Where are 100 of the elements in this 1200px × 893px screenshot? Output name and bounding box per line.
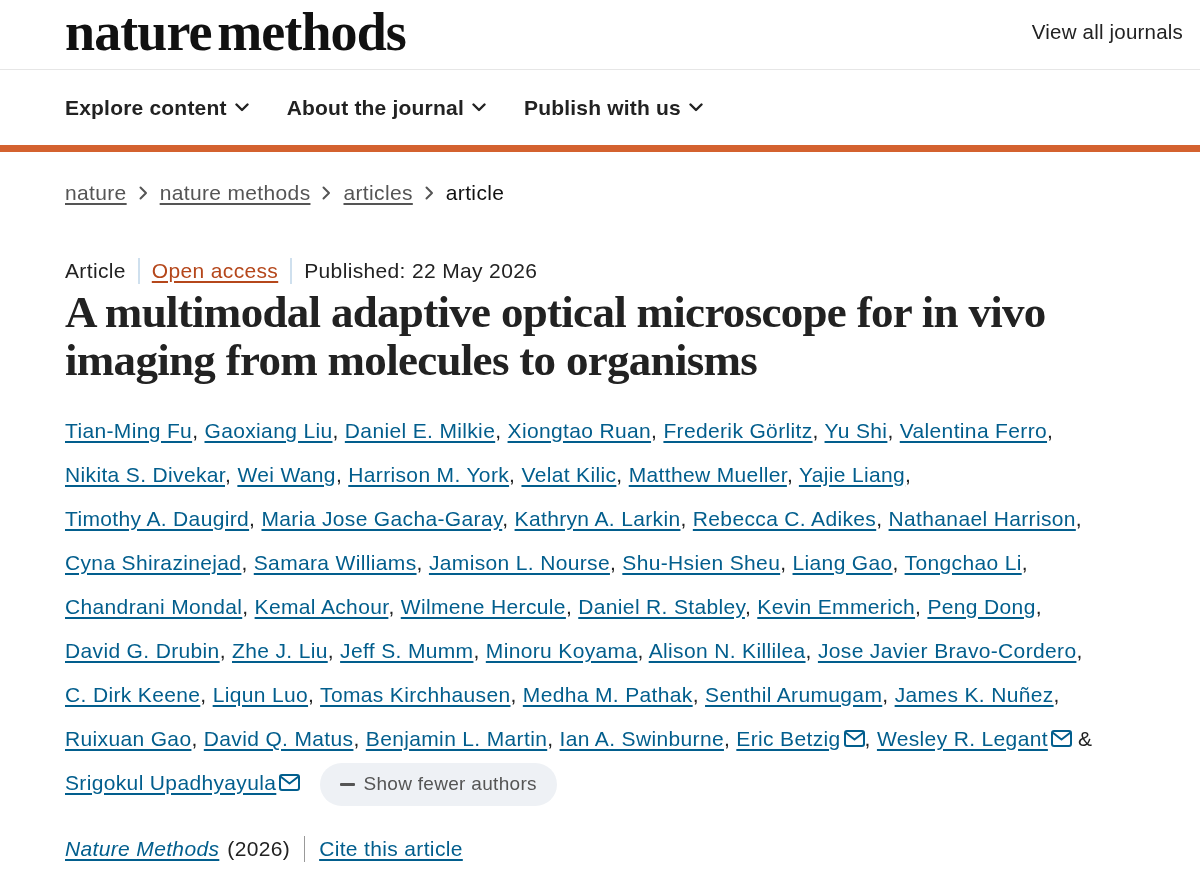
author-separator: , xyxy=(864,727,871,750)
author-separator: , xyxy=(723,727,731,750)
article-title: A multimodal adaptive optical microscope for in vivo imaging from molecules to organisms xyxy=(65,288,1047,384)
author-link[interactable]: Yajie Liang xyxy=(798,463,906,486)
author-link[interactable]: Daniel R. Stabley xyxy=(578,595,745,618)
cite-link[interactable]: Cite this article xyxy=(319,836,463,861)
author-separator: , xyxy=(242,595,249,618)
author-link[interactable]: Jamison L. Nourse xyxy=(428,551,610,574)
author-separator: , xyxy=(1047,419,1054,442)
author-separator: , xyxy=(565,595,573,618)
author-link[interactable]: C. Dirk Keene xyxy=(65,683,201,706)
author-link[interactable]: James K. Nuñez xyxy=(894,683,1054,706)
author-link[interactable]: Zhe J. Liu xyxy=(232,639,328,662)
author-link[interactable]: Frederik Görlitz xyxy=(663,419,813,442)
author-separator: , xyxy=(780,551,787,574)
author-separator: , xyxy=(192,419,199,442)
author-link[interactable]: Valentina Ferro xyxy=(899,419,1048,442)
nav-menu-button[interactable]: Explore content xyxy=(65,95,249,120)
author-link[interactable]: Kemal Achour xyxy=(254,595,389,618)
chevron-right-icon xyxy=(424,186,434,200)
author-link[interactable]: Daniel E. Milkie xyxy=(344,419,496,442)
author-link[interactable]: Senthil Arumugam xyxy=(705,683,883,706)
author-separator: , xyxy=(905,463,912,486)
author-link[interactable]: Wilmene Hercule xyxy=(400,595,566,618)
author-separator: , xyxy=(510,683,517,706)
author-link[interactable]: Ruixuan Gao xyxy=(65,727,192,750)
nav-menu-button[interactable]: About the journal xyxy=(286,95,486,120)
chevron-right-icon xyxy=(138,186,148,200)
open-access-link[interactable]: Open access xyxy=(151,259,279,283)
author-link[interactable]: Gaoxiang Liu xyxy=(204,419,333,442)
author-separator: , xyxy=(495,419,502,442)
author-link[interactable]: Shu-Hsien Sheu xyxy=(622,551,781,574)
mail-icon[interactable] xyxy=(1050,730,1072,747)
author-separator: , xyxy=(651,419,658,442)
author-link[interactable]: Tian-Ming Fu xyxy=(65,419,193,442)
author-link[interactable]: Ian A. Swinburne xyxy=(559,727,724,750)
chevron-down-icon xyxy=(688,103,703,112)
chevron-down-icon xyxy=(471,103,486,112)
author-link[interactable]: Medha M. Pathak xyxy=(522,683,693,706)
chevron-right-icon xyxy=(322,186,332,200)
author-separator: , xyxy=(335,463,343,486)
author-link[interactable]: Nathanael Harrison xyxy=(888,507,1076,530)
author-link[interactable]: Nikita S. Divekar xyxy=(65,463,225,486)
author-separator: , xyxy=(882,683,889,706)
author-separator: , xyxy=(680,507,687,530)
author-link[interactable]: Alison N. Killilea xyxy=(648,639,806,662)
author-link[interactable]: Maria Jose Gacha-Garay xyxy=(261,507,503,530)
author-separator: , xyxy=(416,551,423,574)
author-link[interactable]: Wesley R. Legant xyxy=(876,727,1048,750)
author-link[interactable]: Rebecca C. Adikes xyxy=(692,507,877,530)
breadcrumb-link[interactable]: articles xyxy=(343,181,413,205)
author-link[interactable]: Xiongtao Ruan xyxy=(507,419,652,442)
mail-icon[interactable] xyxy=(843,730,865,747)
show-fewer-authors-button[interactable]: Show fewer authors xyxy=(320,762,557,806)
journals-link[interactable]: View all journals xyxy=(1031,19,1183,44)
author-link[interactable]: Liang Gao xyxy=(792,551,893,574)
author-link[interactable]: Samara Williams xyxy=(253,551,417,574)
site-logo[interactable]: nature methods xyxy=(65,4,406,59)
author-link[interactable]: Eric Betzig xyxy=(736,727,841,750)
breadcrumb-link[interactable]: nature xyxy=(65,181,127,205)
author-link[interactable]: Liqun Luo xyxy=(212,683,309,706)
author-separator: , xyxy=(805,639,812,662)
current-page-label: article xyxy=(445,181,505,205)
journal-link[interactable]: Nature Methods xyxy=(65,836,220,861)
author-separator: , xyxy=(812,419,819,442)
author-link[interactable]: Tomas Kirchhausen xyxy=(320,683,511,706)
author-link[interactable]: Benjamin L. Martin xyxy=(365,727,548,750)
author-link[interactable]: Timothy A. Daugird xyxy=(65,507,250,530)
chevron-down-icon xyxy=(234,103,249,112)
author-link[interactable]: Tongchao Li xyxy=(904,551,1022,574)
author-separator: , xyxy=(219,639,226,662)
author-link[interactable]: Jeff S. Mumm xyxy=(340,639,474,662)
author-link[interactable]: Jose Javier Bravo-Cordero xyxy=(817,639,1077,662)
author-separator: , xyxy=(308,683,315,706)
author-link[interactable]: Velat Kilic xyxy=(521,463,617,486)
author-link[interactable]: Srigokul Upadhyayula xyxy=(65,771,277,794)
mail-icon[interactable] xyxy=(279,774,301,791)
author-link[interactable]: Peng Dong xyxy=(927,595,1036,618)
author-link[interactable]: Matthew Mueller xyxy=(628,463,787,486)
author-separator: , xyxy=(332,419,339,442)
minus-icon xyxy=(340,782,356,786)
author-separator: , xyxy=(191,727,198,750)
author-separator: , xyxy=(1075,507,1082,530)
author-link[interactable]: David G. Drubin xyxy=(65,639,220,662)
author-separator: , xyxy=(388,595,395,618)
author-separator: , xyxy=(327,639,334,662)
author-link[interactable]: Wei Wang xyxy=(237,463,336,486)
author-link[interactable]: Chandrani Mondal xyxy=(65,595,243,618)
article-type: Article xyxy=(65,259,126,283)
author-separator: , xyxy=(887,419,894,442)
author-link[interactable]: Minoru Koyama xyxy=(485,639,638,662)
author-link[interactable]: Harrison M. York xyxy=(348,463,510,486)
author-link[interactable]: Kevin Emmerich xyxy=(757,595,916,618)
breadcrumb-link[interactable]: nature methods xyxy=(159,181,311,205)
nav-menu-button[interactable]: Publish with us xyxy=(523,95,703,120)
author-link[interactable]: David Q. Matus xyxy=(203,727,354,750)
author-link[interactable]: Cyna Shirazinejad xyxy=(65,551,242,574)
author-link[interactable]: Yu Shi xyxy=(824,419,888,442)
author-separator: , xyxy=(1035,595,1042,618)
author-link[interactable]: Kathryn A. Larkin xyxy=(514,507,681,530)
